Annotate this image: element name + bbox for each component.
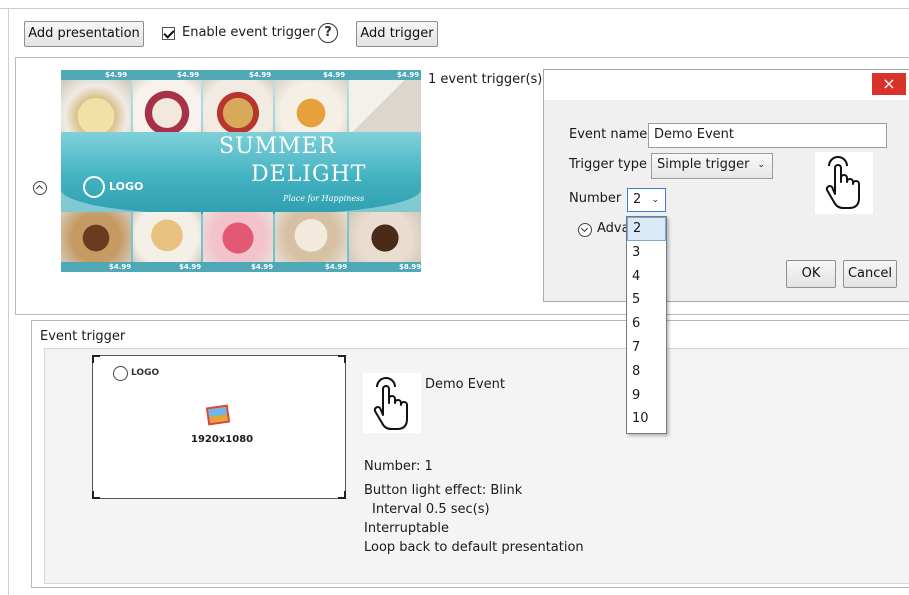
- detail-interval: Interval 0.5 sec(s): [372, 502, 490, 517]
- collapse-chevron-icon[interactable]: [33, 181, 47, 195]
- dropdown-option[interactable]: 6: [627, 312, 666, 336]
- presentation-preview[interactable]: LOGO 1920x1080: [92, 355, 346, 499]
- add-trigger-button[interactable]: Add trigger: [356, 21, 438, 47]
- close-button[interactable]: ×: [872, 73, 906, 95]
- preview-logo-text: LOGO: [131, 368, 160, 378]
- dropdown-option[interactable]: 9: [627, 384, 666, 408]
- enable-event-trigger-label: Enable event trigger: [182, 25, 316, 40]
- dropdown-option[interactable]: 3: [627, 241, 666, 265]
- event-name-display: Demo Event: [425, 377, 505, 392]
- thumbnail-title-line1: SUMMER: [219, 134, 337, 159]
- price-label: $4.99: [397, 71, 420, 79]
- detail-loop-back: Loop back to default presentation: [364, 540, 584, 555]
- dropdown-option[interactable]: 5: [627, 288, 666, 312]
- price-label: $4.99: [179, 263, 202, 271]
- dropdown-option[interactable]: 4: [627, 265, 666, 289]
- dialog-titlebar: [544, 70, 909, 100]
- enable-event-trigger-checkbox[interactable]: [162, 27, 175, 40]
- trigger-count-label: 1 event trigger(s): [428, 72, 543, 87]
- presentation-thumbnail[interactable]: $4.99 $4.99 $4.99 $4.99 $4.99 LOGO SUMME…: [61, 70, 421, 272]
- event-name-field[interactable]: Demo Event: [648, 123, 887, 148]
- top-border: [0, 8, 909, 9]
- chevron-down-icon: ⌄: [757, 160, 765, 170]
- smiley-logo-icon: [113, 366, 128, 381]
- trigger-type-select[interactable]: Simple trigger ⌄: [651, 153, 773, 179]
- detail-light-effect: Button light effect: Blink: [364, 483, 523, 498]
- number-select[interactable]: 2 ⌄: [627, 188, 666, 212]
- thumbnail-logo-text: LOGO: [109, 180, 144, 193]
- price-label: $4.99: [177, 71, 200, 79]
- price-label: $4.99: [251, 263, 274, 271]
- ok-button[interactable]: OK: [786, 260, 836, 288]
- price-label: $4.99: [105, 71, 128, 79]
- price-label: $4.99: [325, 263, 348, 271]
- dropdown-option[interactable]: 7: [627, 336, 666, 360]
- dessert-tile: [275, 212, 347, 264]
- number-value: 2: [633, 192, 642, 207]
- dropdown-option[interactable]: 2: [627, 217, 666, 241]
- preview-resolution: 1920x1080: [191, 434, 254, 445]
- dessert-tile: [61, 212, 131, 264]
- price-label: $4.99: [323, 71, 346, 79]
- price-label: $4.99: [249, 71, 272, 79]
- dessert-tile: [133, 212, 201, 264]
- dropdown-option[interactable]: 10: [627, 407, 666, 431]
- detail-number: Number: 1: [364, 459, 433, 474]
- event-name-label: Event name: [569, 127, 648, 142]
- price-label: $8.99: [399, 263, 421, 271]
- help-icon[interactable]: ?: [318, 23, 338, 43]
- trigger-type-value: Simple trigger: [657, 157, 750, 172]
- add-presentation-button[interactable]: Add presentation: [24, 21, 144, 47]
- trigger-type-label: Trigger type: [569, 157, 648, 172]
- left-border: [8, 8, 9, 595]
- thumbnail-title-line2: DELIGHT: [251, 162, 367, 187]
- price-label: $4.99: [109, 263, 132, 271]
- hand-pointer-icon: [363, 373, 421, 433]
- logo-icon: [83, 176, 105, 198]
- advanced-label[interactable]: Adva: [597, 221, 630, 236]
- number-label: Number: [569, 191, 622, 206]
- dialog-hand-pointer-icon: [815, 152, 873, 214]
- cancel-button[interactable]: Cancel: [843, 260, 897, 288]
- image-placeholder-icon: [205, 404, 231, 426]
- chevron-down-icon: ⌄: [651, 195, 659, 205]
- advanced-expand-icon[interactable]: [578, 223, 592, 237]
- event-trigger-section-title: Event trigger: [40, 329, 126, 344]
- thumbnail-tagline: Place for Happiness: [283, 194, 365, 203]
- dropdown-option[interactable]: 8: [627, 360, 666, 384]
- number-dropdown-list: 2 3 4 5 6 7 8 9 10: [626, 216, 667, 434]
- dessert-tile: [349, 212, 421, 264]
- detail-interruptable: Interruptable: [364, 521, 450, 536]
- dessert-tile: [203, 212, 273, 264]
